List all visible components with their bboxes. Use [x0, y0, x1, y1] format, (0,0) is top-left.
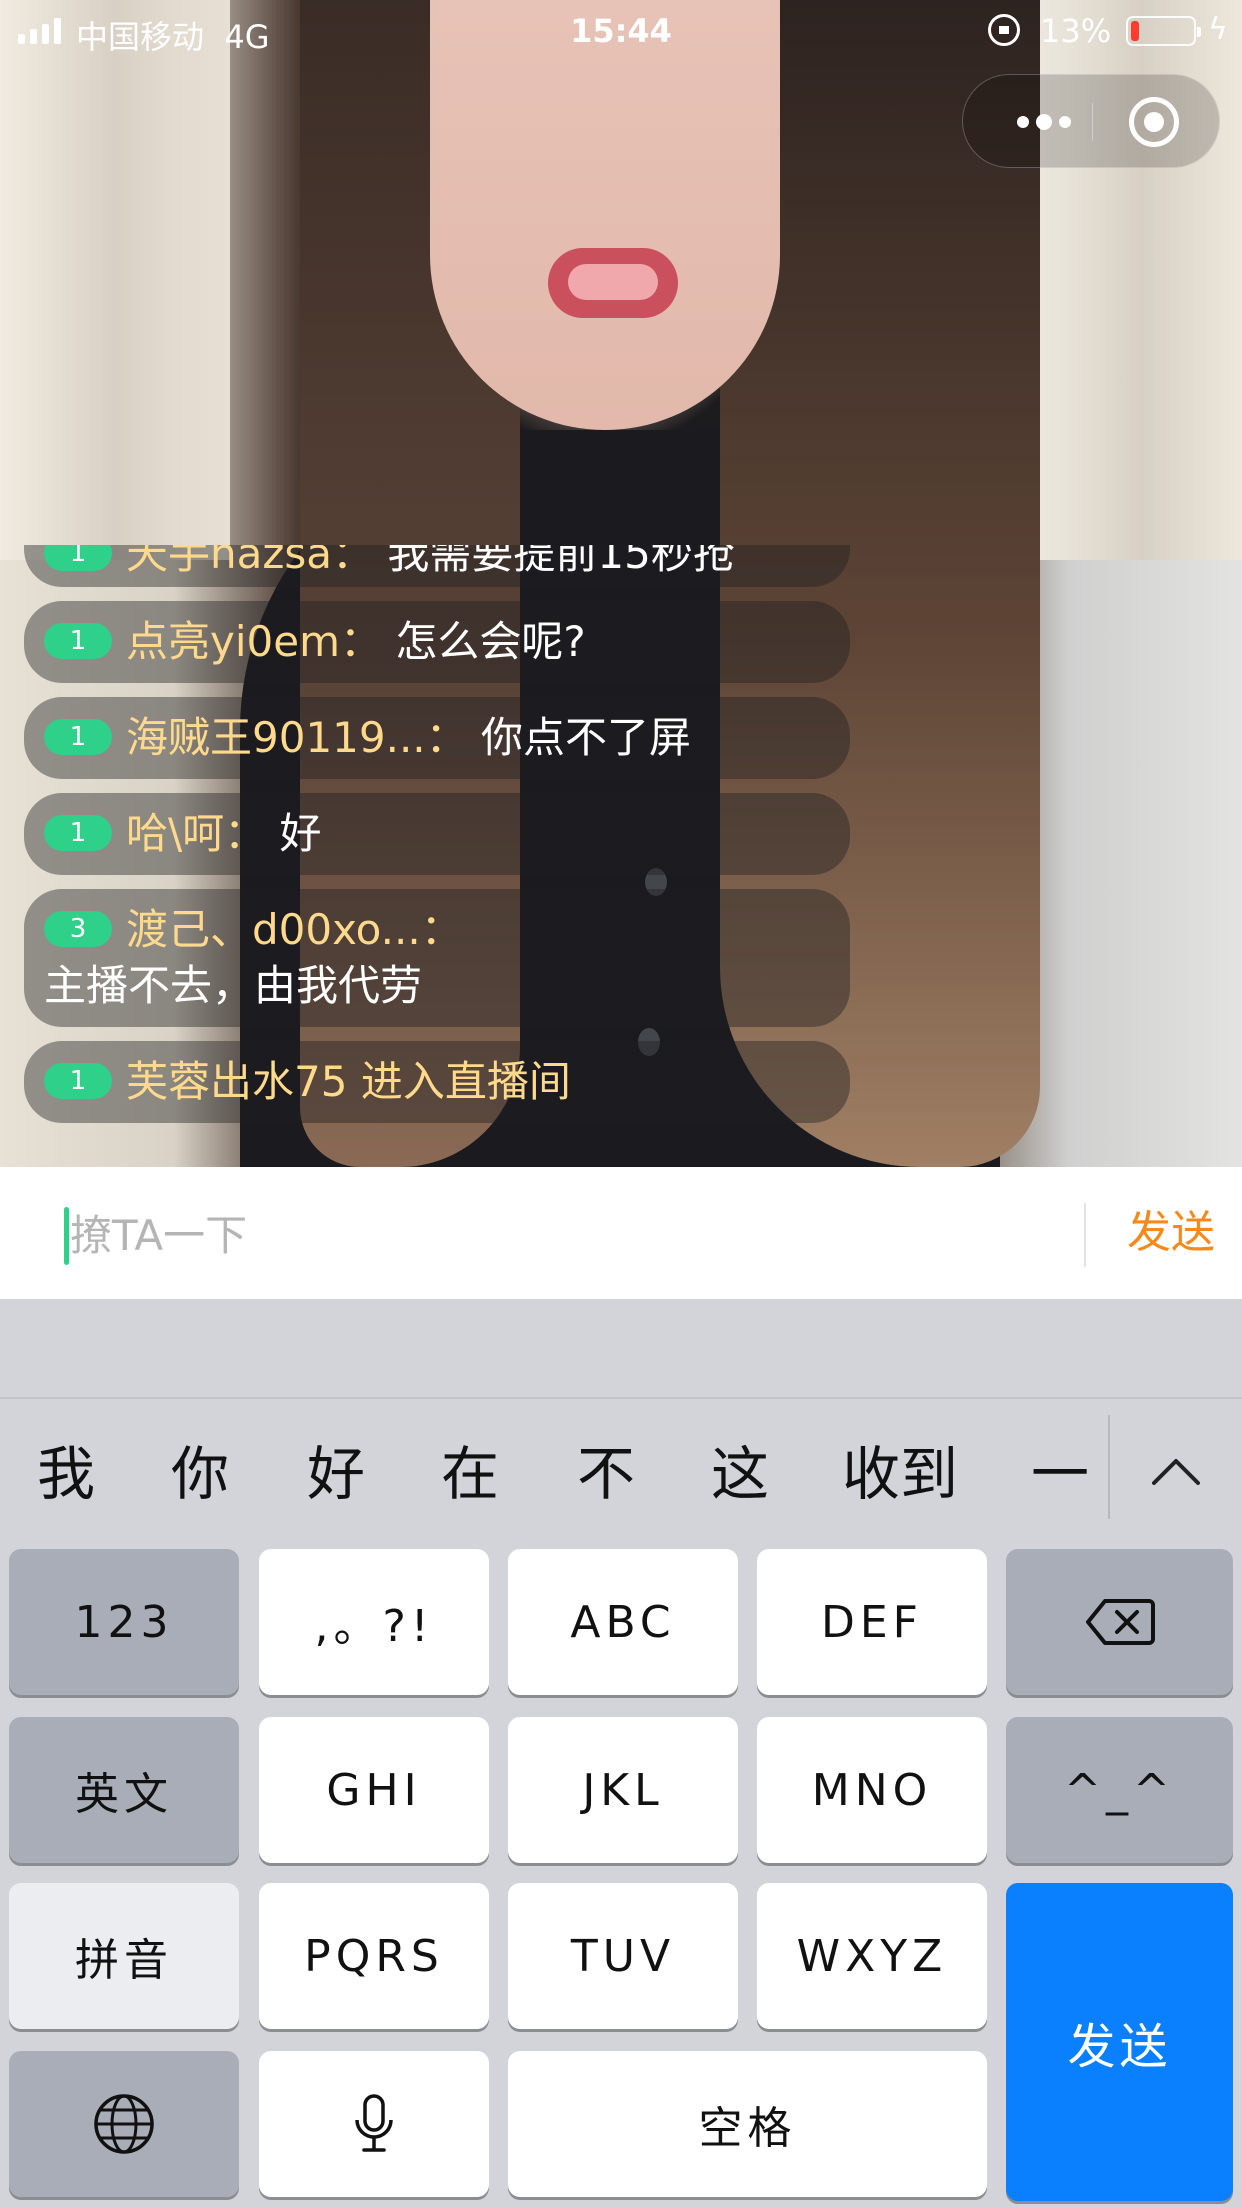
level-badge: 1 — [44, 814, 112, 851]
candidate-word[interactable]: 你 — [150, 1429, 250, 1519]
candidate-word[interactable]: 一 — [1010, 1429, 1110, 1519]
chat-username[interactable]: 点亮yi0em： — [126, 617, 382, 666]
candidate-word[interactable]: 不 — [556, 1429, 656, 1519]
backspace-icon — [1085, 1599, 1155, 1645]
more-dots-icon[interactable] — [999, 75, 1089, 169]
chat-message: 1 海贼王90119...： 你点不了屏 — [24, 697, 850, 779]
level-badge: 1 — [44, 622, 112, 659]
battery-icon — [1126, 16, 1201, 46]
key-123[interactable]: 123 — [9, 1549, 239, 1695]
microphone-key[interactable] — [259, 2051, 489, 2197]
chat-username[interactable]: 芙蓉出水75 — [126, 1057, 347, 1106]
chat-message: 1 天手hazsa： 我需要提前15秒抢 — [24, 545, 850, 587]
battery-percent: 13% — [1040, 12, 1112, 50]
keyboard-accessory-area — [0, 1299, 1242, 1397]
streamer-mouth — [548, 248, 678, 318]
capsule-divider — [1092, 103, 1093, 141]
candidate-divider — [1108, 1415, 1110, 1519]
space-key[interactable]: 空格 — [508, 2051, 987, 2197]
key-punctuation[interactable]: ,。?! — [259, 1549, 489, 1695]
globe-icon — [94, 2094, 154, 2154]
chat-text: 好 — [279, 809, 322, 858]
microphone-icon — [355, 2094, 393, 2152]
delete-key[interactable] — [1006, 1549, 1233, 1695]
live-video[interactable]: 中国移动 4G 15:44 13% ϟ 1 天手hazsa： 我需要提前15秒抢 … — [0, 0, 1242, 1167]
chat-message: 1 哈\呵： 好 — [24, 793, 850, 875]
chat-text: 你点不了屏 — [481, 713, 692, 762]
target-close-icon[interactable] — [1129, 97, 1179, 147]
chat-message-enter: 1 芙蓉出水75 进入直播间 — [24, 1041, 850, 1123]
candidate-word[interactable]: 在 — [420, 1429, 520, 1519]
chat-username[interactable]: 哈\呵： — [126, 809, 266, 858]
level-badge: 1 — [44, 718, 112, 755]
key-def[interactable]: DEF — [757, 1549, 987, 1695]
key-ghi[interactable]: GHI — [259, 1717, 489, 1863]
candidate-word[interactable]: 好 — [286, 1429, 386, 1519]
key-pqrs[interactable]: PQRS — [259, 1883, 489, 2029]
input-divider — [1084, 1203, 1086, 1267]
key-english[interactable]: 英文 — [9, 1717, 239, 1863]
pinyin-keyboard: 我 你 好 在 不 这 收到 一 123 ,。?! ABC DEF 英文 GHI… — [0, 1397, 1242, 2208]
level-badge: 1 — [44, 545, 112, 571]
miniprogram-capsule — [962, 74, 1220, 168]
streamer-face — [430, 0, 780, 430]
comment-input-bar: 发送 — [0, 1167, 1242, 1299]
chat-message: 3 渡己、d00xo...： 主播不去，由我代劳 — [24, 889, 850, 1027]
level-badge: 3 — [44, 910, 112, 947]
orientation-lock-icon — [988, 14, 1020, 46]
chat-list[interactable]: 1 天手hazsa： 我需要提前15秒抢 1 点亮yi0em： 怎么会呢? 1 海贼王… — [24, 545, 854, 1145]
key-jkl[interactable]: JKL — [508, 1717, 738, 1863]
globe-key[interactable] — [9, 2051, 239, 2197]
chat-text: 我需要提前15秒抢 — [387, 545, 735, 578]
key-emoticon[interactable]: ^_^ — [1006, 1717, 1233, 1863]
send-button[interactable]: 发送 — [1100, 1167, 1242, 1299]
chat-username[interactable]: 海贼王90119...： — [126, 713, 468, 762]
chat-text: 怎么会呢? — [395, 617, 586, 666]
key-tuv[interactable]: TUV — [508, 1883, 738, 2029]
candidate-word[interactable]: 我 — [16, 1429, 116, 1519]
candidate-word[interactable]: 这 — [690, 1429, 790, 1519]
chat-message: 1 点亮yi0em： 怎么会呢? — [24, 601, 850, 683]
key-mno[interactable]: MNO — [757, 1717, 987, 1863]
status-bar: 中国移动 4G 15:44 13% ϟ — [0, 0, 1242, 62]
candidate-word[interactable]: 收到 — [830, 1429, 970, 1519]
background-curtain — [0, 0, 230, 560]
chat-enter-text: 进入直播间 — [360, 1057, 571, 1106]
keyboard-send-key[interactable]: 发送 — [1006, 1883, 1233, 2201]
charging-icon: ϟ — [1208, 12, 1228, 47]
level-badge: 1 — [44, 1062, 112, 1099]
key-abc[interactable]: ABC — [508, 1549, 738, 1695]
chat-text: 主播不去，由我代劳 — [44, 961, 423, 1010]
chat-username[interactable]: 渡己、d00xo...： — [126, 905, 463, 954]
chat-username[interactable]: 天手hazsa： — [126, 545, 374, 578]
key-wxyz[interactable]: WXYZ — [757, 1883, 987, 2029]
key-pinyin[interactable]: 拼音 — [9, 1883, 239, 2029]
chevron-up-icon[interactable] — [1146, 1443, 1206, 1503]
comment-input[interactable] — [68, 1195, 1048, 1275]
candidate-bar: 我 你 好 在 不 这 收到 一 — [0, 1399, 1242, 1549]
